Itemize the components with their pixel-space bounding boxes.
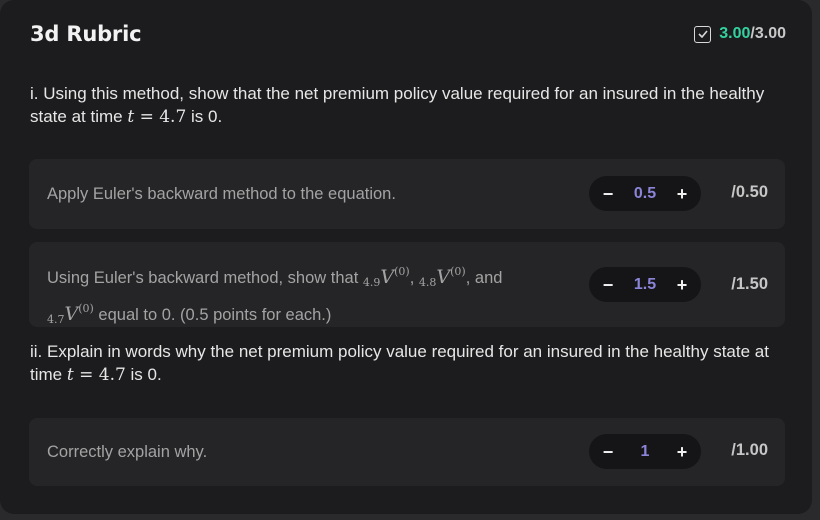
rubric-item: Apply Euler's backward method to the equ… <box>29 159 785 229</box>
section-ii-text-end: is 0. <box>125 365 162 384</box>
max-score: /1.50 <box>731 275 768 293</box>
math-variable: t <box>66 365 74 385</box>
math-variable: V <box>436 266 451 288</box>
math-number: 4.7 <box>159 107 187 127</box>
rubric-item-criterion: Correctly explain why. <box>47 443 208 461</box>
checkbox-check-icon <box>694 25 712 43</box>
decrement-button[interactable]: − <box>599 276 617 294</box>
score-value[interactable]: 0.5 <box>634 185 656 203</box>
rubric-item-criterion: Using Euler's backward method, show that… <box>47 259 567 333</box>
decrement-button[interactable]: − <box>599 185 617 203</box>
increment-button[interactable]: + <box>673 443 691 461</box>
rubric-title: 3d Rubric <box>30 22 142 46</box>
criterion-text: Using Euler's backward method, show that <box>47 269 363 287</box>
score-stepper: − 0.5 + <box>589 176 701 211</box>
rubric-header: 3d Rubric 3.00/3.00 <box>30 22 786 46</box>
max-score: /1.00 <box>731 441 768 459</box>
rubric-item: Correctly explain why. − 1 + /1.00 <box>29 418 785 486</box>
decrement-button[interactable]: − <box>599 443 617 461</box>
math-number: 4.7 <box>98 365 126 385</box>
math-superscript: (0) <box>450 265 466 278</box>
section-ii-prompt: ii. Explain in words why the net premium… <box>30 340 790 387</box>
rubric-item-criterion: Apply Euler's backward method to the equ… <box>47 185 396 203</box>
math-equals: = <box>73 365 99 385</box>
math-variable: V <box>64 303 79 325</box>
rubric-card: 3d Rubric 3.00/3.00 i. Using this method… <box>0 0 812 514</box>
increment-button[interactable]: + <box>673 276 691 294</box>
score-text: 3.00/3.00 <box>719 25 786 43</box>
section-i-prompt: i. Using this method, show that the net … <box>30 82 790 129</box>
math-subscript: 4.8 <box>418 276 437 289</box>
score-earned: 3.00 <box>719 25 751 42</box>
separator: , <box>409 269 419 287</box>
section-i-text-end: is 0. <box>186 107 223 126</box>
increment-button[interactable]: + <box>673 185 691 203</box>
max-score: /0.50 <box>731 183 768 201</box>
math-superscript: (0) <box>394 265 410 278</box>
math-subscript: 4.9 <box>362 276 381 289</box>
rubric-item: Using Euler's backward method, show that… <box>29 242 785 327</box>
math-superscript: (0) <box>78 302 94 315</box>
math-equals: = <box>134 107 160 127</box>
criterion-text-end: equal to 0. (0.5 points for each.) <box>93 306 332 324</box>
score-stepper: − 1 + <box>589 434 701 469</box>
score-value[interactable]: 1 <box>641 443 650 461</box>
score-summary: 3.00/3.00 <box>694 25 786 43</box>
separator: , and <box>465 269 503 287</box>
math-variable: V <box>380 266 395 288</box>
score-value[interactable]: 1.5 <box>634 276 656 294</box>
score-total: /3.00 <box>750 25 786 42</box>
score-stepper: − 1.5 + <box>589 267 701 302</box>
math-subscript: 4.7 <box>47 313 65 326</box>
